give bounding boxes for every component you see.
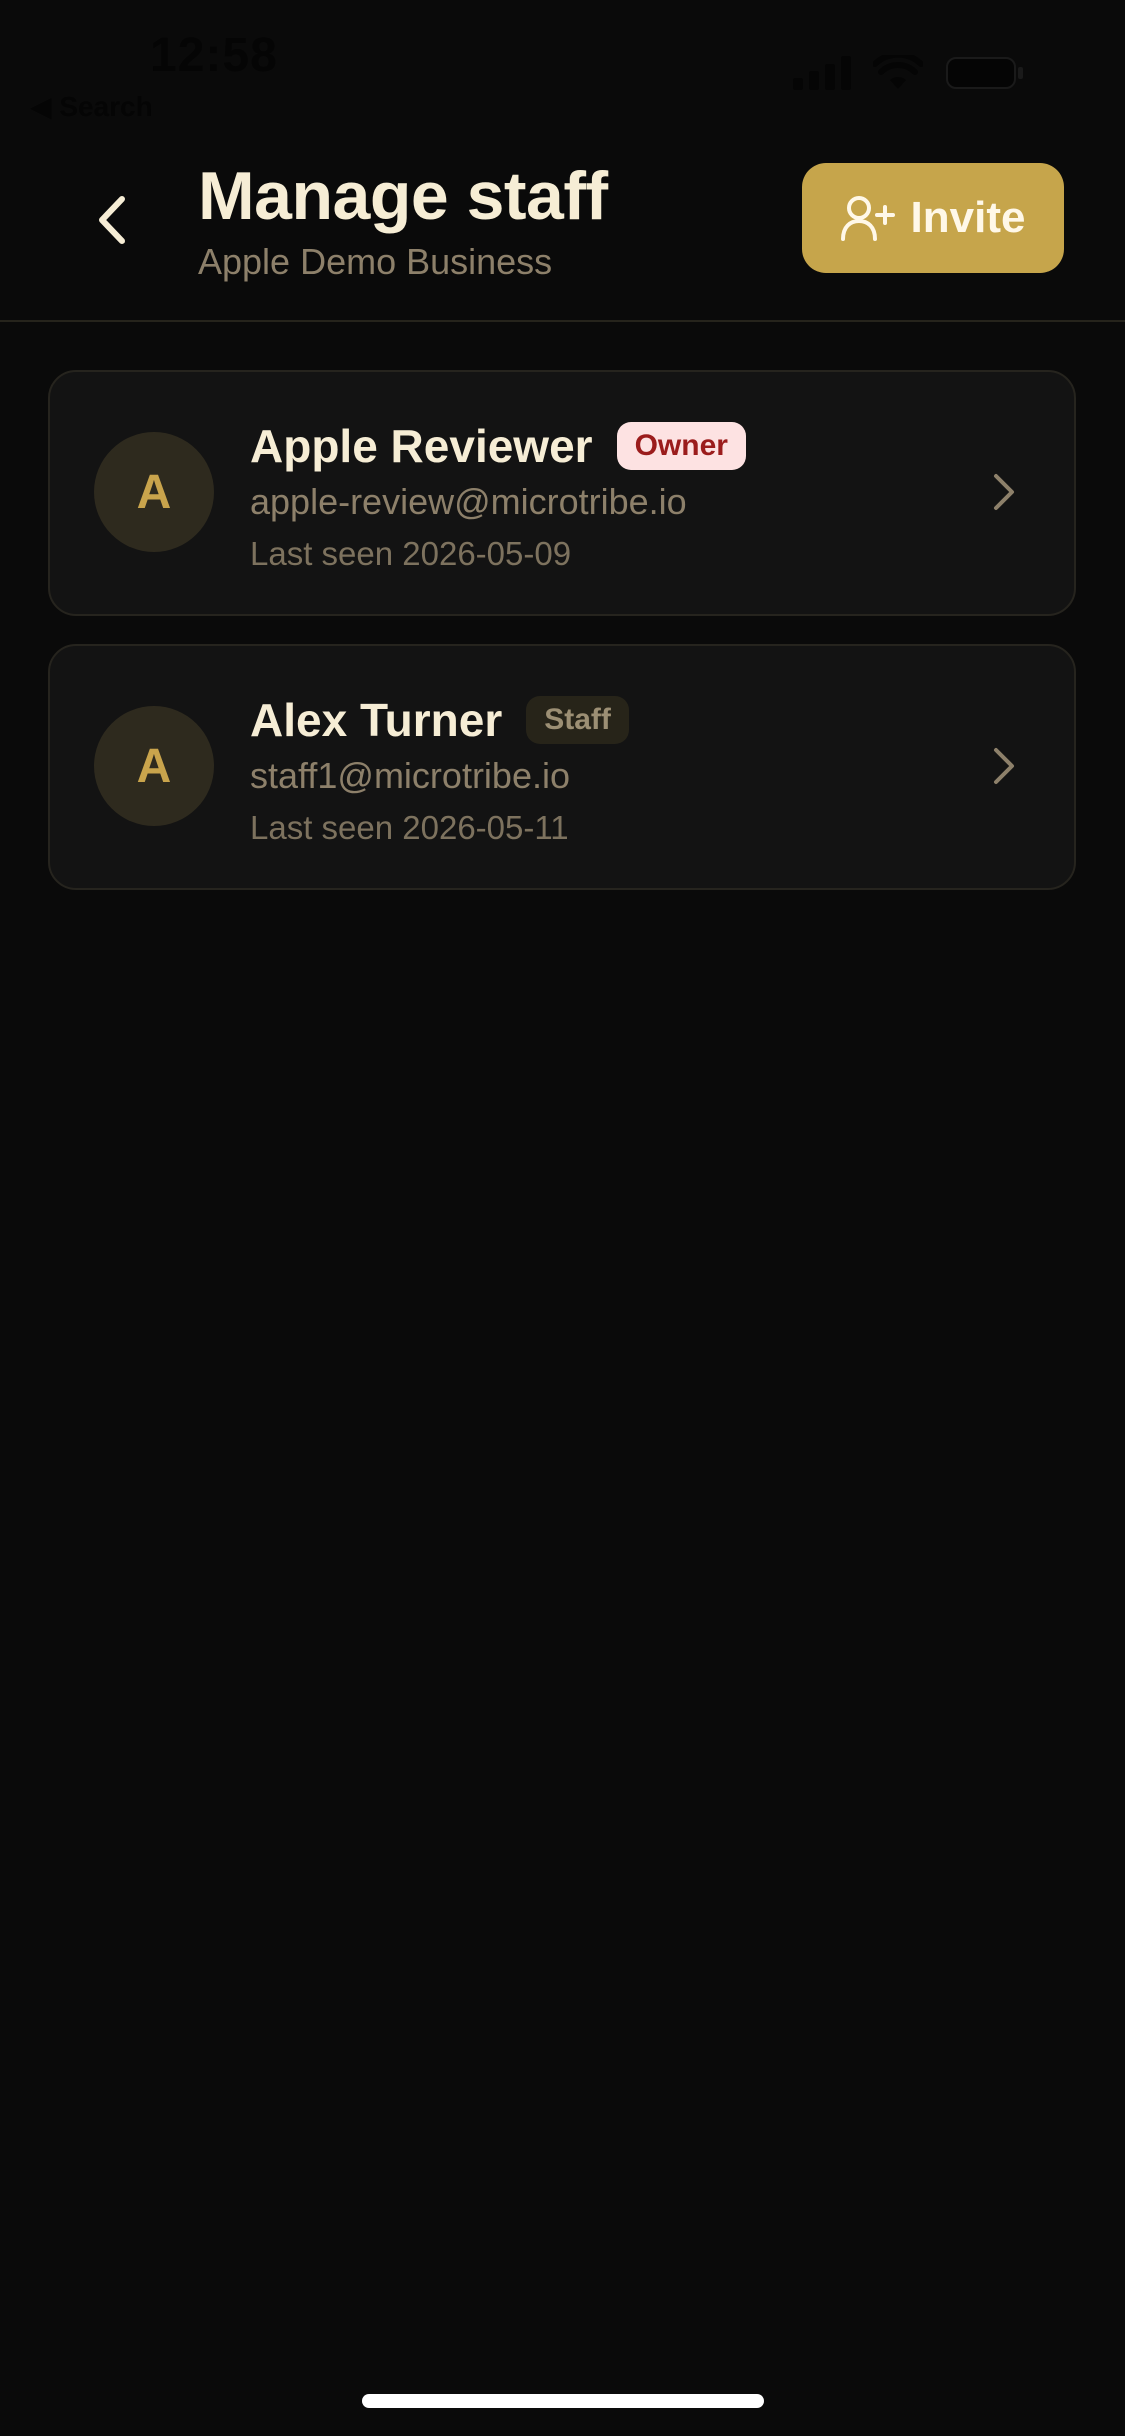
header: Manage staff Apple Demo Business Invite (0, 150, 1125, 322)
status-time: 12:58 (150, 29, 278, 82)
invite-label: Invite (910, 193, 1026, 242)
back-button[interactable] (80, 188, 144, 252)
avatar: A (94, 432, 214, 552)
avatar: A (94, 706, 214, 826)
name-row: Alex Turner Staff (250, 690, 629, 750)
staff-card[interactable]: A Alex Turner Staff staff1@microtribe.io… (48, 644, 1076, 890)
staff-name: Apple Reviewer (250, 420, 593, 472)
chevron-right-icon (984, 742, 1024, 790)
role-badge: Staff (526, 696, 629, 744)
cellular-signal-icon (793, 56, 851, 90)
wifi-icon (873, 55, 923, 89)
staff-list: A Apple Reviewer Owner apple-review@micr… (48, 370, 1076, 918)
chevron-left-icon (99, 196, 125, 244)
battery-icon (946, 57, 1023, 89)
staff-card[interactable]: A Apple Reviewer Owner apple-review@micr… (48, 370, 1076, 616)
screen: 12:58 ◀ Search Manage staff Apple Demo B… (0, 0, 1125, 2436)
status-icons (793, 55, 1025, 91)
title-block: Manage staff Apple Demo Business (198, 156, 608, 284)
staff-name: Alex Turner (250, 694, 503, 746)
staff-info: Apple Reviewer Owner apple-review@microt… (250, 416, 746, 576)
staff-info: Alex Turner Staff staff1@microtribe.io L… (250, 690, 629, 850)
user-plus-icon (840, 196, 895, 241)
invite-button[interactable]: Invite (802, 163, 1064, 273)
last-seen: Last seen 2026-05-09 (250, 535, 572, 572)
role-badge: Owner (616, 422, 746, 470)
back-to-app-link[interactable]: ◀ Search (30, 90, 153, 123)
name-row: Apple Reviewer Owner (250, 416, 746, 476)
staff-email: staff1@microtribe.io (250, 755, 570, 796)
page-title: Manage staff (198, 158, 608, 234)
last-seen: Last seen 2026-05-11 (250, 809, 569, 846)
staff-email: apple-review@microtribe.io (250, 481, 687, 522)
status-bar: 12:58 ◀ Search (0, 0, 1125, 130)
chevron-right-icon (984, 468, 1024, 516)
home-indicator[interactable] (362, 2394, 764, 2408)
page-subtitle: Apple Demo Business (198, 241, 553, 282)
